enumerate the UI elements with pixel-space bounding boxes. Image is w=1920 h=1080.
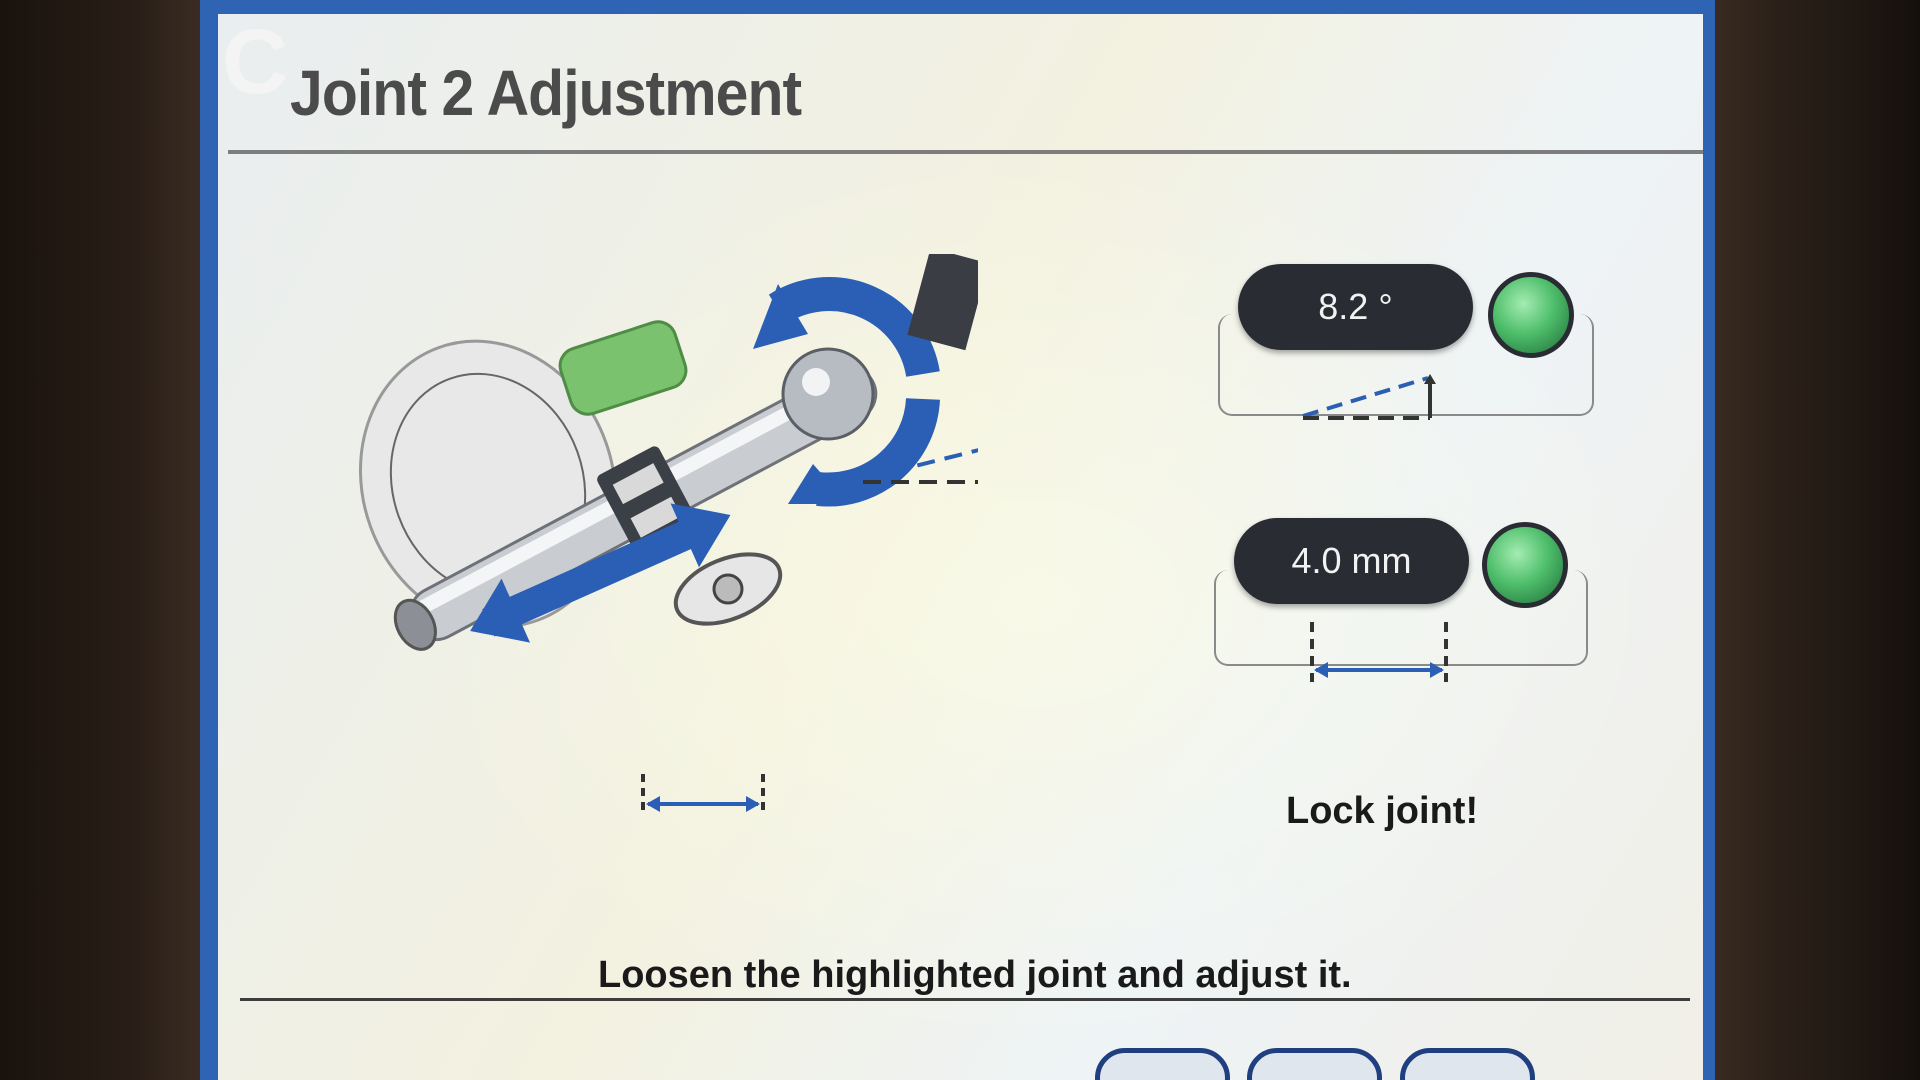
monitor-bezel-left — [0, 0, 200, 1080]
footer-button-3[interactable] — [1400, 1048, 1535, 1080]
footer-button-2[interactable] — [1247, 1048, 1382, 1080]
page-title: Joint 2 Adjustment — [290, 57, 802, 129]
status-message: Lock joint! — [1286, 790, 1479, 832]
instruction-text: Loosen the highlighted joint and adjust … — [598, 954, 1352, 996]
title-divider — [228, 150, 1703, 154]
footer-button-1[interactable] — [1095, 1048, 1230, 1080]
wizard-panel: C Joint 2 Adjustment 8.2 ° 4.0 mm Lock j… — [218, 14, 1703, 1080]
step-corner-mark: C — [222, 11, 289, 113]
angle-status-indicator — [1488, 272, 1574, 358]
screen-frame: C Joint 2 Adjustment 8.2 ° 4.0 mm Lock j… — [200, 0, 1715, 1080]
needle-guide-device-illustration — [358, 254, 978, 814]
footer-divider — [240, 998, 1690, 1001]
distance-readout: 4.0 mm — [1234, 518, 1469, 604]
angle-triangle-icon — [1302, 374, 1436, 420]
distance-arrow-icon — [1310, 622, 1448, 682]
angle-readout: 8.2 ° — [1238, 264, 1473, 350]
distance-status-indicator — [1482, 522, 1568, 608]
monitor-bezel-right — [1700, 0, 1920, 1080]
